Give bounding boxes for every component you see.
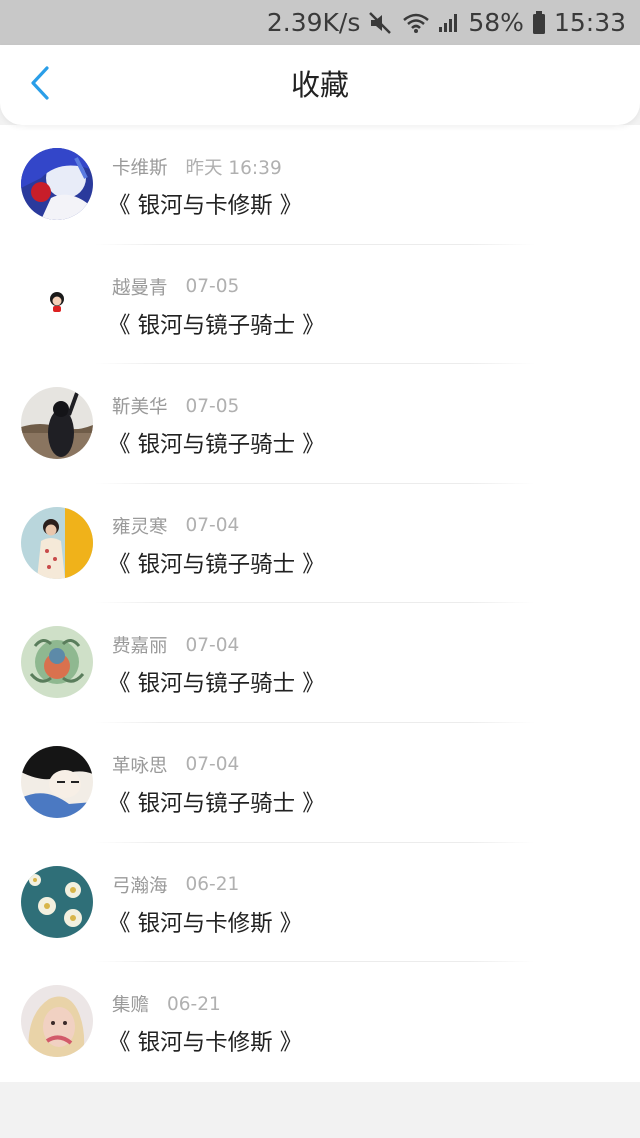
- book-title[interactable]: 《 银河与镜子骑士 》: [108, 308, 325, 340]
- book-title[interactable]: 《 银河与卡修斯 》: [108, 1025, 302, 1057]
- book-title[interactable]: 《 银河与卡修斯 》: [108, 906, 302, 938]
- chevron-left-icon: [29, 66, 51, 104]
- user-name[interactable]: 卡维斯: [112, 154, 168, 180]
- avatar[interactable]: [21, 506, 93, 579]
- list-item[interactable]: 雍灵寒 07-04 《 银河与镜子骑士 》: [0, 484, 640, 604]
- favorite-date: 07-05: [185, 395, 240, 417]
- user-name[interactable]: 雍灵寒: [112, 513, 168, 539]
- avatar[interactable]: [21, 267, 93, 340]
- favorite-date: 07-04: [185, 754, 240, 776]
- favorite-date: 昨天 16:39: [185, 158, 282, 179]
- favorite-date: 07-05: [185, 276, 240, 298]
- book-title[interactable]: 《 银河与卡修斯 》: [108, 188, 302, 220]
- clock: 15:33: [553, 8, 626, 37]
- favorite-date: 06-21: [167, 993, 221, 1015]
- user-name[interactable]: 越曼青: [112, 274, 168, 300]
- avatar[interactable]: [21, 626, 93, 699]
- list-item[interactable]: 弓瀚海 06-21 《 银河与卡修斯 》: [0, 843, 640, 963]
- book-title[interactable]: 《 银河与镜子骑士 》: [108, 547, 325, 579]
- list-item[interactable]: 卡维斯 昨天 16:39 《 银河与卡修斯 》: [0, 125, 640, 245]
- avatar[interactable]: [21, 745, 93, 818]
- list-item[interactable]: 费嘉丽 07-04 《 银河与镜子骑士 》: [0, 603, 640, 723]
- nav-header: 收藏: [0, 45, 640, 125]
- page-title: 收藏: [290, 68, 349, 102]
- user-name[interactable]: 弓瀚海: [112, 872, 168, 898]
- signal-icon: [438, 13, 460, 33]
- user-name[interactable]: 靳美华: [112, 393, 168, 419]
- back-button[interactable]: [20, 65, 60, 105]
- book-title[interactable]: 《 银河与镜子骑士 》: [108, 427, 325, 459]
- mute-icon: [368, 11, 394, 35]
- user-name[interactable]: 费嘉丽: [112, 632, 168, 658]
- favorite-date: 06-21: [185, 874, 240, 896]
- list-item[interactable]: 靳美华 07-05 《 银河与镜子骑士 》: [0, 364, 640, 484]
- list-item[interactable]: 越曼青 07-05 《 银河与镜子骑士 》: [0, 245, 640, 365]
- book-title[interactable]: 《 银河与镜子骑士 》: [108, 666, 325, 698]
- user-name[interactable]: 革咏思: [112, 752, 168, 778]
- battery-icon: [532, 10, 546, 35]
- list-item[interactable]: 革咏思 07-04 《 银河与镜子骑士 》: [0, 723, 640, 843]
- wifi-icon: [402, 12, 430, 34]
- list-item[interactable]: 集赡 06-21 《 银河与卡修斯 》: [0, 962, 640, 1082]
- favorite-date: 07-04: [185, 634, 240, 656]
- avatar[interactable]: [21, 865, 93, 938]
- status-bar: 2.39K/s 58% 15:33: [0, 0, 640, 45]
- avatar[interactable]: [21, 387, 93, 460]
- favorites-list: 卡维斯 昨天 16:39 《 银河与卡修斯 》 越曼青 07-05 《 银河与镜子骑…: [0, 125, 640, 1082]
- avatar[interactable]: [21, 985, 93, 1058]
- favorite-date: 07-04: [185, 515, 240, 537]
- network-speed: 2.39K/s: [266, 8, 361, 37]
- battery-percent: 58%: [468, 8, 524, 37]
- avatar[interactable]: [21, 148, 93, 220]
- book-title[interactable]: 《 银河与镜子骑士 》: [108, 786, 325, 818]
- user-name[interactable]: 集赡: [112, 991, 149, 1017]
